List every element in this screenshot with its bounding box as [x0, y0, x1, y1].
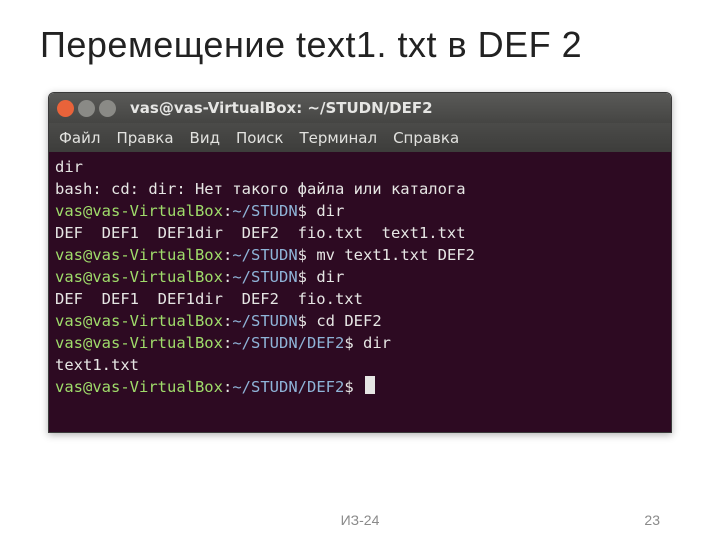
prompt-user: vas@vas-VirtualBox [55, 334, 223, 352]
cursor-icon [365, 376, 375, 394]
prompt-command: dir [316, 202, 344, 220]
prompt-path: ~/STUDN [232, 268, 297, 286]
terminal-line: text1.txt [55, 354, 665, 376]
menu-help[interactable]: Справка [393, 129, 459, 147]
prompt-path: ~/STUDN [232, 312, 297, 330]
terminal-line: vas@vas-VirtualBox:~/STUDN$ cd DEF2 [55, 310, 665, 332]
terminal-line: DEF DEF1 DEF1dir DEF2 fio.txt text1.txt [55, 222, 665, 244]
menu-terminal[interactable]: Терминал [299, 129, 377, 147]
prompt-path: ~/STUDN [232, 202, 297, 220]
terminal-line: vas@vas-VirtualBox:~/STUDN/DEF2$ [55, 376, 665, 398]
prompt-user: vas@vas-VirtualBox [55, 202, 223, 220]
prompt-path: ~/STUDN/DEF2 [232, 334, 344, 352]
prompt-user: vas@vas-VirtualBox [55, 378, 223, 396]
prompt-user: vas@vas-VirtualBox [55, 268, 223, 286]
window-title-bar: vas@vas-VirtualBox: ~/STUDN/DEF2 [49, 93, 671, 123]
prompt-path: ~/STUDN/DEF2 [232, 378, 344, 396]
minimize-icon[interactable] [78, 100, 95, 117]
menu-view[interactable]: Вид [190, 129, 220, 147]
terminal-line: vas@vas-VirtualBox:~/STUDN$ mv text1.txt… [55, 244, 665, 266]
prompt-command: dir [363, 334, 391, 352]
menu-edit[interactable]: Правка [116, 129, 173, 147]
terminal-line: vas@vas-VirtualBox:~/STUDN$ dir [55, 200, 665, 222]
slide-title: Перемещение text1. txt в DEF 2 [0, 0, 720, 76]
menu-file[interactable]: Файл [59, 129, 100, 147]
terminal-line: vas@vas-VirtualBox:~/STUDN$ dir [55, 266, 665, 288]
prompt-command: dir [316, 268, 344, 286]
terminal-line: DEF DEF1 DEF1dir DEF2 fio.txt [55, 288, 665, 310]
prompt-path: ~/STUDN [232, 246, 297, 264]
prompt-command: mv text1.txt DEF2 [316, 246, 475, 264]
prompt-command: cd DEF2 [316, 312, 381, 330]
footer-page-number: 23 [644, 512, 660, 528]
terminal-window: vas@vas-VirtualBox: ~/STUDN/DEF2 Файл Пр… [48, 92, 672, 433]
terminal-line: vas@vas-VirtualBox:~/STUDN/DEF2$ dir [55, 332, 665, 354]
menu-search[interactable]: Поиск [236, 129, 284, 147]
prompt-user: vas@vas-VirtualBox [55, 246, 223, 264]
menu-bar: Файл Правка Вид Поиск Терминал Справка [49, 123, 671, 152]
terminal-line: bash: cd: dir: Нет такого файла или ката… [55, 178, 665, 200]
window-title: vas@vas-VirtualBox: ~/STUDN/DEF2 [130, 99, 433, 117]
terminal-body[interactable]: dirbash: cd: dir: Нет такого файла или к… [49, 152, 671, 432]
close-icon[interactable] [57, 100, 74, 117]
maximize-icon[interactable] [99, 100, 116, 117]
slide-footer: ИЗ-24 23 [0, 512, 720, 528]
terminal-line: dir [55, 156, 665, 178]
prompt-user: vas@vas-VirtualBox [55, 312, 223, 330]
footer-center: ИЗ-24 [341, 512, 380, 528]
